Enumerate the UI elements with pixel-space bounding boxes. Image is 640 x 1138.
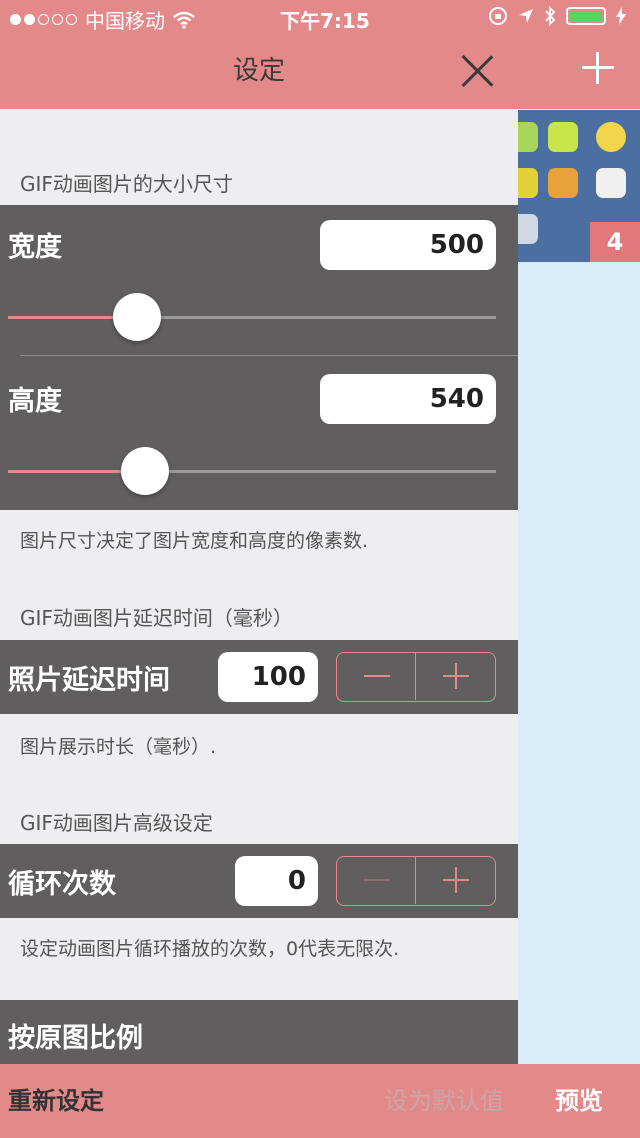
wifi-icon bbox=[173, 11, 195, 29]
location-icon bbox=[519, 9, 533, 23]
set-default-button[interactable]: 设为默认值 bbox=[384, 1064, 504, 1138]
delay-section-footer: 图片展示时长（毫秒）. bbox=[20, 736, 217, 758]
delay-decrement-button[interactable] bbox=[337, 653, 416, 700]
loop-stepper bbox=[336, 856, 496, 906]
delay-field[interactable]: 100 bbox=[218, 652, 318, 702]
loop-decrement-button[interactable] bbox=[337, 857, 416, 904]
background-toolbar bbox=[518, 34, 640, 109]
loop-label: 循环次数 bbox=[8, 869, 116, 900]
height-label: 高度 bbox=[8, 386, 62, 417]
aspect-ratio-row[interactable]: 按原图比例 bbox=[0, 1000, 518, 1064]
delay-section-header: GIF动画图片延迟时间（毫秒） bbox=[20, 606, 293, 630]
loop-field[interactable]: 0 bbox=[235, 856, 318, 906]
frame-count-badge: 4 bbox=[590, 222, 640, 262]
width-field[interactable]: 500 bbox=[320, 220, 496, 270]
charging-icon bbox=[616, 7, 626, 25]
height-slider-knob[interactable] bbox=[121, 447, 169, 495]
delay-label: 照片延迟时间 bbox=[8, 665, 170, 696]
settings-panel: 设定 GIF动画图片的大小尺寸 宽度 500 高度 540 图片尺寸决定了图片宽… bbox=[0, 34, 518, 1138]
advanced-section-header: GIF动画图片高级设定 bbox=[20, 811, 213, 835]
reset-button[interactable]: 重新设定 bbox=[8, 1064, 104, 1138]
size-section-footer: 图片尺寸决定了图片宽度和高度的像素数. bbox=[20, 530, 369, 552]
close-icon[interactable] bbox=[460, 54, 494, 88]
width-label: 宽度 bbox=[8, 232, 62, 263]
height-field[interactable]: 540 bbox=[320, 374, 496, 424]
bottom-toolbar: 重新设定 设为默认值 bbox=[0, 1064, 518, 1138]
bluetooth-icon bbox=[545, 6, 556, 26]
status-time: 下午7:15 bbox=[280, 9, 370, 33]
rotation-lock-icon bbox=[489, 7, 507, 25]
delay-stepper bbox=[336, 652, 496, 702]
delay-increment-button[interactable] bbox=[416, 653, 495, 700]
size-section-header: GIF动画图片的大小尺寸 bbox=[20, 172, 233, 196]
status-right bbox=[488, 6, 626, 26]
battery-icon bbox=[566, 7, 606, 25]
status-bar: 中国移动 下午7:15 bbox=[0, 0, 640, 34]
page-title: 设定 bbox=[232, 56, 285, 86]
aspect-ratio-label: 按原图比例 bbox=[8, 1023, 143, 1054]
loop-increment-button[interactable] bbox=[416, 857, 495, 904]
size-settings-block: 宽度 500 高度 540 bbox=[0, 205, 518, 510]
nav-bar: 设定 bbox=[0, 34, 518, 109]
status-left: 中国移动 bbox=[10, 5, 195, 34]
loop-row: 循环次数 0 bbox=[0, 844, 518, 918]
width-slider-knob[interactable] bbox=[113, 293, 161, 341]
width-slider[interactable] bbox=[8, 316, 496, 319]
advanced-section-footer: 设定动画图片循环播放的次数，0代表无限次. bbox=[20, 938, 400, 960]
signal-icon bbox=[10, 14, 77, 25]
delay-row: 照片延迟时间 100 bbox=[0, 640, 518, 714]
divider bbox=[20, 355, 518, 356]
height-slider[interactable] bbox=[8, 470, 496, 473]
preview-button[interactable]: 预览 bbox=[518, 1064, 640, 1138]
add-icon[interactable] bbox=[582, 52, 614, 84]
carrier-name: 中国移动 bbox=[85, 9, 165, 33]
